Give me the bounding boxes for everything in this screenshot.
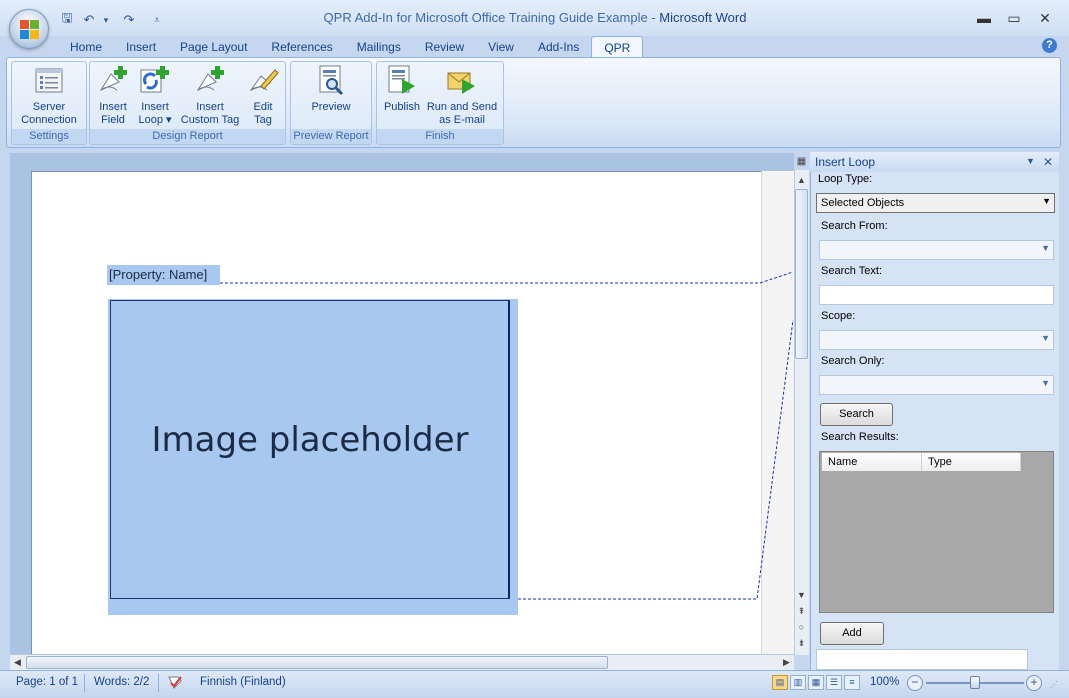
search-results-list[interactable]: Name Type: [819, 451, 1054, 613]
search-results-label: Search Results:: [821, 431, 899, 443]
next-page-icon[interactable]: ⇟: [794, 636, 809, 651]
office-button[interactable]: [9, 9, 49, 49]
minimize-button[interactable]: ▬: [970, 8, 998, 28]
proofing-icon[interactable]: [166, 673, 184, 691]
office-logo-icon: [20, 20, 39, 39]
ruler-toggle-icon[interactable]: ▦: [794, 154, 809, 169]
status-page[interactable]: Page: 1 of 1: [16, 676, 78, 688]
scope-label: Scope:: [821, 310, 856, 322]
status-separator: [158, 674, 159, 692]
pane-close-icon[interactable]: ✕: [1043, 155, 1053, 169]
draft-view-icon[interactable]: ≡: [844, 675, 860, 690]
scroll-right-icon[interactable]: ▶: [779, 655, 794, 670]
pane-menu-icon[interactable]: ▼: [1026, 156, 1035, 166]
scroll-down-icon[interactable]: ▼: [794, 588, 809, 603]
search-text-input[interactable]: [819, 285, 1054, 305]
close-button[interactable]: ✕: [1031, 8, 1059, 28]
pane-title: Insert Loop: [815, 155, 876, 169]
scroll-left-icon[interactable]: ◀: [10, 655, 25, 670]
vertical-scroll-thumb[interactable]: [795, 189, 808, 359]
horizontal-scroll-thumb[interactable]: [26, 656, 608, 669]
status-words[interactable]: Words: 2/2: [94, 676, 149, 688]
search-button[interactable]: Search: [820, 403, 893, 426]
outline-view-icon[interactable]: ☰: [826, 675, 842, 690]
search-from-label: Search From:: [821, 220, 888, 232]
chevron-down-icon: ▼: [1042, 196, 1051, 206]
chevron-down-icon: ▼: [1041, 378, 1050, 388]
column-header-type[interactable]: Type: [922, 453, 1021, 471]
status-separator: [84, 674, 85, 692]
column-header-name[interactable]: Name: [822, 453, 922, 471]
search-from-select[interactable]: ▼: [819, 240, 1054, 260]
search-only-label: Search Only:: [821, 355, 885, 367]
image-placeholder-text: Image placeholder: [151, 420, 469, 460]
add-button[interactable]: Add: [820, 622, 884, 645]
loop-type-select[interactable]: Selected Objects ▼: [816, 193, 1055, 213]
web-layout-icon[interactable]: ▦: [808, 675, 824, 690]
chevron-down-icon: ▼: [1041, 243, 1050, 253]
print-layout-view-icon[interactable]: ▤: [772, 675, 788, 690]
chevron-down-icon: ▼: [1041, 333, 1050, 343]
zoom-in-icon[interactable]: +: [1026, 675, 1042, 691]
pane-bottom-field[interactable]: [816, 649, 1028, 670]
resize-grip-icon[interactable]: ⋰: [1050, 680, 1058, 689]
help-icon[interactable]: ?: [1042, 38, 1057, 53]
loop-type-label: Loop Type:: [818, 173, 873, 185]
maximize-button[interactable]: ▭: [1000, 8, 1028, 28]
zoom-level[interactable]: 100%: [870, 676, 899, 688]
status-language[interactable]: Finnish (Finland): [200, 676, 286, 688]
scroll-up-icon[interactable]: ▲: [794, 173, 809, 188]
zoom-out-icon[interactable]: −: [907, 675, 923, 691]
previous-page-icon[interactable]: ⇞: [794, 604, 809, 619]
full-screen-reading-icon[interactable]: ▥: [790, 675, 806, 690]
browse-object-icon[interactable]: ○: [794, 620, 809, 635]
property-name-field[interactable]: [Property: Name]: [107, 265, 220, 285]
search-only-select[interactable]: ▼: [819, 375, 1054, 395]
zoom-slider-thumb[interactable]: [970, 676, 980, 689]
scope-select[interactable]: ▼: [819, 330, 1054, 350]
search-text-label: Search Text:: [821, 265, 882, 277]
